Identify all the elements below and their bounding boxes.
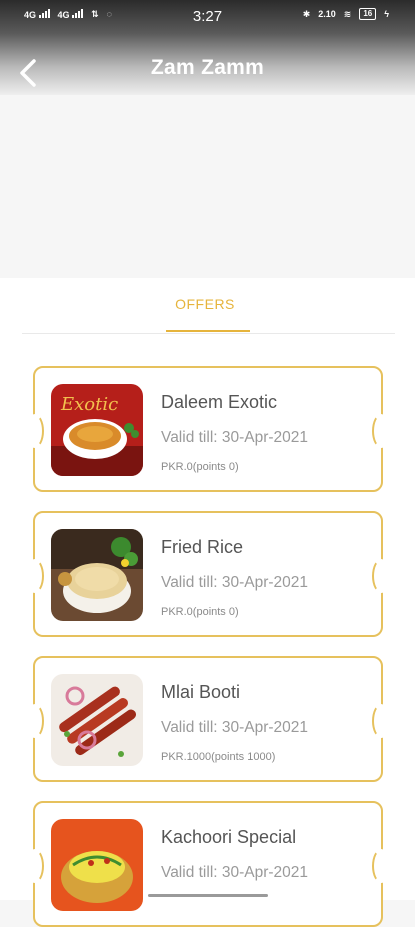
- ticket-notch-right: [372, 559, 390, 593]
- charging-icon: ϟ: [384, 9, 389, 19]
- offer-price: PKR.1000(points 1000): [161, 751, 276, 763]
- ticket-notch-right: [372, 849, 390, 883]
- ticket-notch-right: [372, 704, 390, 738]
- offer-card[interactable]: Kachoori Special Valid till: 30-Apr-2021: [26, 801, 390, 927]
- offers-section: OFFERS Exotic Daleem Exotic Valid till: …: [0, 278, 415, 927]
- offer-price: PKR.0(points 0): [161, 461, 239, 473]
- daleem-image: Exotic: [51, 384, 143, 476]
- page-title: Zam Zamm: [150, 56, 265, 79]
- banner-area: [0, 95, 415, 278]
- kachoori-image: [51, 819, 143, 911]
- offer-name: Mlai Booti: [161, 682, 241, 702]
- offer-card[interactable]: Mlai Booti Valid till: 30-Apr-2021 PKR.1…: [26, 656, 390, 782]
- wifi-icon: ≋: [343, 8, 352, 19]
- offer-valid-date: Valid till: 30-Apr-2021: [161, 429, 309, 446]
- network-speed: 2.10: [318, 9, 336, 19]
- status-right: ✱ 2.10 ≋ 16 ϟ: [303, 8, 389, 20]
- offer-price: PKR.0(points 0): [161, 606, 239, 618]
- offer-card[interactable]: Fried Rice Valid till: 30-Apr-2021 PKR.0…: [26, 511, 390, 637]
- offer-valid-date: Valid till: 30-Apr-2021: [161, 574, 309, 591]
- offer-valid-date: Valid till: 30-Apr-2021: [161, 864, 309, 881]
- offer-name: Daleem Exotic: [161, 392, 278, 412]
- ticket-notch-left: [26, 414, 44, 448]
- battery-icon: 16: [359, 8, 377, 20]
- tab-indicator: [166, 330, 250, 332]
- app-header: 4G 4G ⇅ ◌ 3:27 ✱ 2.10 ≋ 16 ϟ Zam Zamm: [0, 0, 415, 95]
- gesture-bar: [148, 894, 268, 897]
- tab-offers[interactable]: OFFERS: [158, 296, 252, 312]
- fried-rice-image: [51, 529, 143, 621]
- svg-text:Exotic: Exotic: [60, 394, 118, 415]
- offer-valid-date: Valid till: 30-Apr-2021: [161, 719, 309, 736]
- ticket-notch-left: [26, 559, 44, 593]
- status-bar: 4G 4G ⇅ ◌ 3:27 ✱ 2.10 ≋ 16 ϟ: [0, 0, 415, 34]
- offer-name: Kachoori Special: [161, 827, 297, 847]
- divider: [22, 333, 395, 334]
- ticket-notch-right: [372, 414, 390, 448]
- mlai-booti-image: [51, 674, 143, 766]
- ticket-notch-left: [26, 704, 44, 738]
- ticket-notch-left: [26, 849, 44, 883]
- offer-card[interactable]: Exotic Daleem Exotic Valid till: 30-Apr-…: [26, 366, 390, 492]
- bluetooth-icon: ✱: [302, 8, 311, 19]
- offer-name: Fried Rice: [161, 537, 244, 557]
